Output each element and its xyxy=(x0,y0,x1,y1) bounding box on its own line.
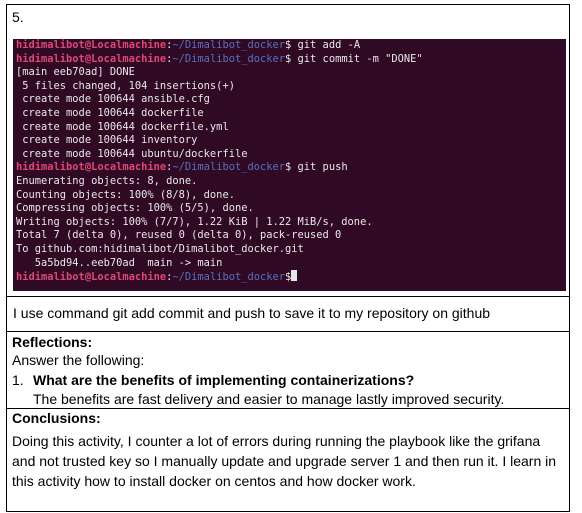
terminal-window: hidimalibot@Localmachine:~/Dimalibot_doc… xyxy=(13,39,566,291)
caption-row: I use command git add commit and push to… xyxy=(7,297,569,332)
terminal-output-line: create mode 100644 dockerfile xyxy=(16,106,204,119)
answer-text: The benefits are fast delivery and easie… xyxy=(33,391,505,407)
terminal-line: hidimalibot@Localmachine:~/Dimalibot_doc… xyxy=(16,52,423,65)
terminal-line: hidimalibot@Localmachine:~/Dimalibot_doc… xyxy=(16,39,361,51)
conclusions-row: Conclusions: Doing this activity, I coun… xyxy=(7,409,569,511)
terminal-line: hidimalibot@Localmachine:~/Dimalibot_doc… xyxy=(13,270,566,284)
terminal-output-line: create mode 100644 dockerfile.yml xyxy=(16,120,229,133)
terminal-output-line: Compressing objects: 100% (5/5), done. xyxy=(16,202,254,215)
caption-text: I use command git add commit and push to… xyxy=(13,305,491,321)
terminal-line: hidimalibot@Localmachine:~/Dimalibot_doc… xyxy=(16,161,348,174)
terminal-output-line: Counting objects: 100% (8/8), done. xyxy=(16,188,235,201)
terminal-output-line: To github.com:hidimalibot/Dimalibot_dock… xyxy=(16,242,304,255)
terminal-output-line: 5a5bd94..eeb70ad main -> main xyxy=(16,256,223,269)
screenshot-row: 5. hidimalibot@Localmachine:~/Dimalibot_… xyxy=(7,5,569,297)
reflections-instruction: Answer the following: xyxy=(12,352,145,368)
question-number: 1. xyxy=(12,372,24,388)
conclusions-heading: Conclusions: xyxy=(12,410,101,426)
activity-table: 5. hidimalibot@Localmachine:~/Dimalibot_… xyxy=(6,4,570,512)
reflections-heading: Reflections: xyxy=(12,334,93,350)
terminal-output-line: 5 files changed, 104 insertions(+) xyxy=(16,79,235,92)
question-text: What are the benefits of implementing co… xyxy=(33,372,415,388)
item-number: 5. xyxy=(12,9,24,25)
terminal-output-line: create mode 100644 ansible.cfg xyxy=(16,93,210,106)
question-item: 1. What are the benefits of implementing … xyxy=(12,372,414,388)
terminal-cursor xyxy=(291,270,298,282)
conclusions-text: Doing this activity, I counter a lot of … xyxy=(12,433,557,489)
terminal-output-line: Total 7 (delta 0), reused 0 (delta 0), p… xyxy=(16,229,342,242)
terminal-output-line: Writing objects: 100% (7/7), 1.22 KiB | … xyxy=(16,215,373,228)
terminal-output-line: Enumerating objects: 8, done. xyxy=(16,174,198,187)
terminal-output-line: create mode 100644 inventory xyxy=(16,134,198,147)
terminal-output-line: create mode 100644 ubuntu/dockerfile xyxy=(16,147,248,160)
reflections-row: Reflections: Answer the following: 1. Wha… xyxy=(7,332,569,409)
terminal-output-line: [main eeb70ad] DONE xyxy=(16,66,135,79)
